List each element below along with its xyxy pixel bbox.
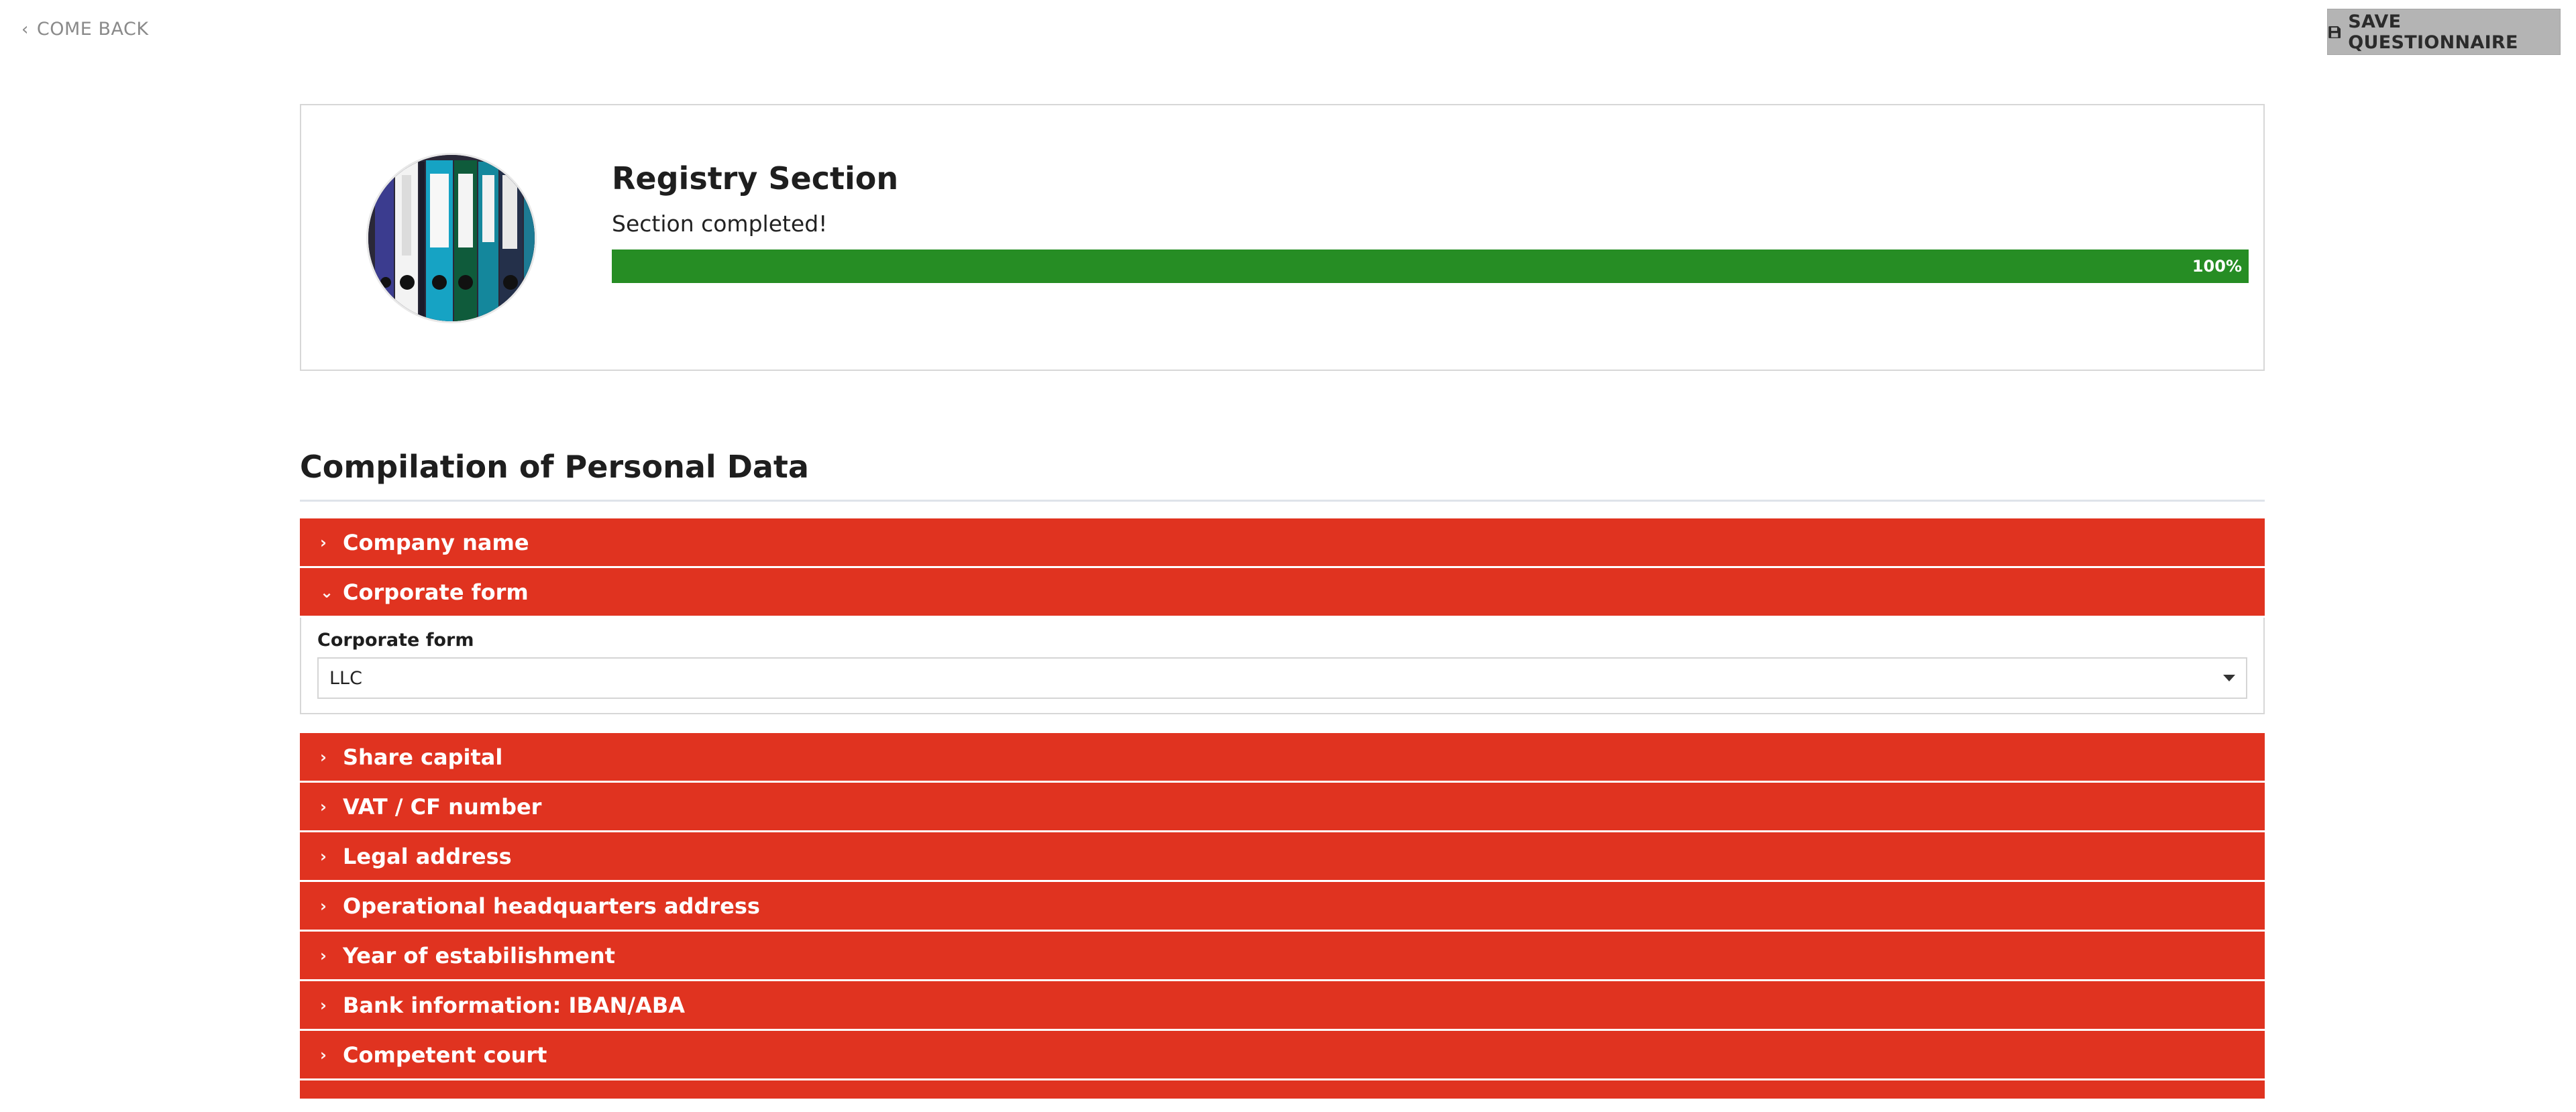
accordion-vat-cf-number[interactable]: › VAT / CF number [300, 783, 2265, 832]
accordion-corporate-form-body: Corporate form LLC [300, 618, 2265, 714]
section-title: Registry Section [612, 160, 899, 197]
chevron-right-icon: › [320, 995, 327, 1015]
accordion-competent-court[interactable]: › Competent court [300, 1031, 2265, 1080]
accordion-label: Year of estabilishment [343, 942, 615, 968]
accordion-company-name[interactable]: › Company name [300, 518, 2265, 568]
corporate-form-select[interactable]: LLC [317, 657, 2247, 699]
section-summary-card: Registry Section Section completed! 100% [300, 104, 2265, 371]
chevron-right-icon: › [320, 846, 327, 866]
come-back-link[interactable]: ‹ COME BACK [21, 19, 149, 40]
accordion-next-partial[interactable] [300, 1080, 2265, 1101]
accordion-label: Company name [343, 529, 529, 555]
chevron-right-icon: › [320, 797, 327, 816]
chevron-right-icon: › [320, 896, 327, 915]
accordion-label: Operational headquarters address [343, 893, 760, 919]
accordion-list: › Company name ⌄ Corporate form Corporat… [300, 518, 2265, 1101]
binders-photo-icon [366, 153, 537, 323]
chevron-right-icon: › [320, 946, 327, 965]
chevron-right-icon: › [320, 747, 327, 767]
page: ‹ COME BACK SAVE QUESTIONNAIRE Registry … [0, 0, 2576, 1112]
corporate-form-selected-value: LLC [329, 667, 362, 689]
section-progress-label: 100% [2192, 257, 2242, 276]
accordion-corporate-form[interactable]: ⌄ Corporate form [300, 568, 2265, 618]
accordion-label: Legal address [343, 843, 512, 869]
accordion-bank-information[interactable]: › Bank information: IBAN/ABA [300, 981, 2265, 1031]
accordion-legal-address[interactable]: › Legal address [300, 832, 2265, 882]
accordion-share-capital[interactable]: › Share capital [300, 733, 2265, 783]
chevron-down-icon: ⌄ [320, 582, 334, 602]
caret-down-icon [2223, 675, 2235, 681]
compilation-title: Compilation of Personal Data [300, 449, 2265, 502]
chevron-left-icon: ‹ [21, 19, 29, 40]
floppy-disk-icon [2328, 25, 2341, 38]
accordion-operational-hq-address[interactable]: › Operational headquarters address [300, 882, 2265, 932]
accordion-year-of-establishment[interactable]: › Year of estabilishment [300, 932, 2265, 981]
save-questionnaire-button[interactable]: SAVE QUESTIONNAIRE [2327, 9, 2561, 55]
accordion-label: Competent court [343, 1042, 547, 1068]
accordion-label: Corporate form [343, 579, 529, 605]
chevron-right-icon: › [320, 533, 327, 552]
save-questionnaire-label: SAVE QUESTIONNAIRE [2348, 11, 2518, 53]
accordion-label: Share capital [343, 744, 503, 770]
corporate-form-field-label: Corporate form [317, 630, 474, 651]
accordion-label: Bank information: IBAN/ABA [343, 992, 685, 1018]
accordion-label: VAT / CF number [343, 793, 542, 820]
section-progress-bar: 100% [612, 249, 2249, 283]
main-content: Registry Section Section completed! 100%… [300, 104, 2265, 1101]
chevron-right-icon: › [320, 1045, 327, 1064]
section-progress-fill: 100% [612, 249, 2249, 283]
section-status-text: Section completed! [612, 211, 828, 237]
come-back-label: COME BACK [36, 19, 149, 40]
